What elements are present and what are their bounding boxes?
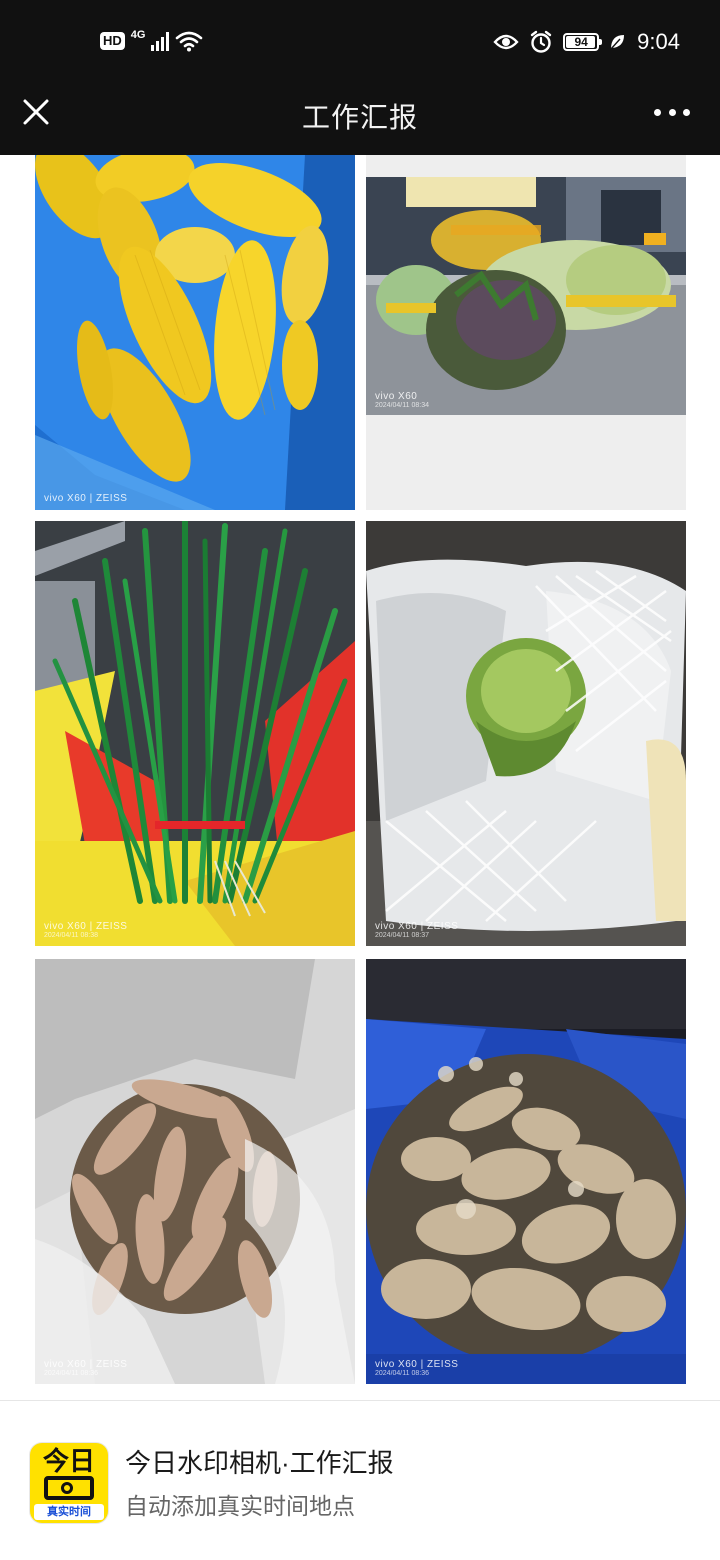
watermark-camera: vivo X60 | ZEISS	[44, 1359, 128, 1371]
watermark-date: 2024/04/11 08:38	[44, 932, 98, 940]
nav-bar: 工作汇报	[0, 82, 720, 155]
watermark-camera: vivo X60 | ZEISS	[44, 921, 128, 933]
watermark: vivo X60 | ZEISS 2024/04/11 08:37	[375, 921, 458, 940]
photo-bagged-vegetables[interactable]: vivo X60 2024/04/11 08:34	[366, 155, 686, 510]
battery-icon: 94	[563, 33, 603, 51]
camera-icon	[44, 1476, 94, 1500]
status-left: HD 4G	[100, 26, 203, 56]
app-icon[interactable]: 今日 真实时间	[30, 1443, 108, 1523]
wifi-icon	[176, 31, 203, 52]
page: HD 4G 94 9:04 工作汇报 vivo X60 | ZEISS vivo…	[0, 0, 720, 1560]
watermark: vivo X60 | ZEISS 2024/04/11 08:36	[44, 1359, 127, 1378]
watermark: vivo X60 | ZEISS	[44, 493, 127, 504]
banner-subtitle: 自动添加真实时间地点	[125, 1493, 355, 1519]
app-icon-caption: 真实时间	[34, 1504, 104, 1520]
photo-corn[interactable]: vivo X60 | ZEISS	[35, 155, 355, 510]
bagged-vegetables-image	[366, 155, 686, 510]
watermark: vivo X60 | ZEISS 2024/04/11 08:36	[375, 1359, 458, 1378]
photo-cabbage[interactable]: vivo X60 | ZEISS 2024/04/11 08:37	[366, 521, 686, 946]
leaf-icon	[610, 35, 625, 50]
app-icon-text: 今日	[42, 1447, 95, 1477]
corn-image	[35, 155, 355, 510]
sweet-potatoes-image	[35, 959, 355, 1384]
page-title: 工作汇报	[301, 102, 418, 133]
cabbage-image	[366, 521, 686, 946]
watermark-date: 2024/04/11 08:36	[375, 1370, 429, 1378]
chives-image	[35, 521, 355, 946]
photo-chives[interactable]: vivo X60 | ZEISS 2024/04/11 08:38	[35, 521, 355, 946]
watermark-camera: vivo X60 | ZEISS	[375, 1359, 459, 1371]
watermark-camera: vivo X60 | ZEISS	[375, 921, 459, 933]
watermark-date: 2024/04/11 08:34	[375, 402, 429, 410]
watermark-date: 2024/04/11 08:37	[375, 932, 429, 940]
signal-icon	[151, 31, 170, 51]
ginger-image	[366, 959, 686, 1384]
watermark-camera: vivo X60	[375, 391, 418, 403]
more-icon[interactable]	[654, 102, 690, 122]
app-banner[interactable]: 今日 真实时间 今日水印相机·工作汇报 自动添加真实时间地点	[0, 1400, 720, 1560]
alarm-icon	[530, 30, 552, 53]
hd-badge: HD	[100, 32, 125, 50]
status-time: 9:04	[637, 29, 680, 54]
status-right: 94 9:04	[493, 26, 680, 58]
network-type: 4G	[130, 29, 146, 41]
photo-sweet-potatoes[interactable]: vivo X60 | ZEISS 2024/04/11 08:36	[35, 959, 355, 1384]
watermark-date: 2024/04/11 08:36	[44, 1370, 98, 1378]
photo-ginger[interactable]: vivo X60 | ZEISS 2024/04/11 08:36	[366, 959, 686, 1384]
status-bar: HD 4G 94 9:04	[0, 0, 720, 82]
battery-level: 94	[574, 35, 588, 49]
watermark: vivo X60 2024/04/11 08:34	[375, 391, 429, 410]
watermark: vivo X60 | ZEISS 2024/04/11 08:38	[44, 921, 127, 940]
eye-icon	[493, 34, 519, 50]
photo-grid: vivo X60 | ZEISS vivo X60 2024/04/11 08:…	[0, 155, 720, 1400]
watermark-camera: vivo X60 | ZEISS	[44, 493, 128, 504]
banner-title: 今日水印相机·工作汇报	[125, 1448, 394, 1478]
